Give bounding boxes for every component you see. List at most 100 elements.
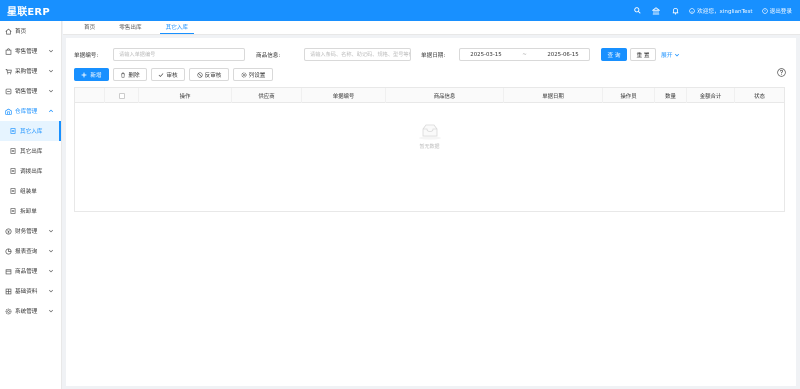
chevron-down-icon: [674, 53, 679, 56]
column-header: 操作员: [603, 88, 655, 103]
select-all-checkbox[interactable]: [118, 92, 125, 99]
column-settings-button[interactable]: 列设置: [233, 68, 273, 81]
date-range-picker[interactable]: 2025-03-15 ~ 2025-06-15: [459, 48, 590, 61]
search-icon[interactable]: [632, 6, 642, 16]
cart-icon: [5, 68, 12, 75]
chevron-down-icon: [48, 49, 54, 53]
doc-icon: [9, 168, 16, 175]
sidebar-item-label: 商品管理: [15, 269, 38, 275]
delete-button[interactable]: 删除: [113, 68, 147, 81]
reset-button[interactable]: 重 置: [630, 48, 656, 61]
date-label: 单据日期:: [421, 52, 446, 59]
sidebar-item-home[interactable]: 首页: [0, 21, 61, 41]
logout-button[interactable]: 退出登录: [761, 7, 792, 15]
table-header: 操作 供应商 单据编号 商品信息 单据日期 操作员 数量 金额合计 状态: [75, 88, 784, 103]
add-button[interactable]: 新增: [74, 68, 109, 81]
product-icon: [5, 268, 12, 275]
sidebar-subitem-other-outbound[interactable]: 其它出库: [0, 141, 61, 161]
sidebar-item-label: 首页: [15, 29, 27, 35]
column-header: 金额合计: [687, 88, 735, 103]
chevron-down-icon: [48, 89, 54, 93]
check-icon: [159, 72, 164, 77]
settings-icon: [241, 72, 247, 77]
sidebar-item-purchase[interactable]: 采购管理: [0, 61, 61, 81]
sidebar-item-label: 财务管理: [15, 229, 38, 235]
sidebar-item-label: 基础资料: [15, 289, 38, 295]
data-table: 操作 供应商 单据编号 商品信息 单据日期 操作员 数量 金额合计 状态 暂无数…: [74, 87, 785, 212]
user-welcome[interactable]: 欢迎您，xinglianTest: [689, 7, 753, 15]
doc-icon: [9, 128, 16, 135]
sidebar-item-label: 仓库管理: [15, 109, 38, 115]
column-header: 供应商: [232, 88, 302, 103]
sidebar-item-reports[interactable]: 报表查询: [0, 241, 61, 261]
sidebar-subitem-other-inbound[interactable]: 其它入库: [0, 121, 61, 141]
sidebar-item-system[interactable]: 系统管理: [0, 301, 61, 321]
help-icon[interactable]: [777, 68, 786, 77]
column-header: 状态: [754, 93, 765, 100]
sidebar-subitem-label: 其它出库: [20, 149, 43, 155]
column-header: 数量: [655, 88, 687, 103]
bell-icon[interactable]: [670, 6, 680, 16]
main-content: 单据编号: 请输入单据编号 商品信息: 请输入条码、名称、助记码、规格、型号等信…: [66, 38, 796, 386]
sidebar-item-products[interactable]: 商品管理: [0, 261, 61, 281]
warehouse-icon: [5, 108, 12, 115]
bill-no-input[interactable]: 请输入单据编号: [113, 48, 245, 61]
sidebar-item-finance[interactable]: 财务管理: [0, 221, 61, 241]
sidebar-item-warehouse[interactable]: 仓库管理: [0, 101, 61, 121]
tab-bar: 首页 零售出库 其它入库: [63, 21, 800, 35]
sidebar-item-retail[interactable]: 零售管理: [0, 41, 61, 61]
sidebar-subitem-assembly[interactable]: 组装单: [0, 181, 61, 201]
table-header-blank: [75, 88, 105, 103]
tab-other-inbound[interactable]: 其它入库: [154, 20, 200, 34]
basic-icon: [5, 288, 12, 295]
empty-state: 暂无数据: [75, 123, 784, 150]
sidebar-item-label: 销售管理: [15, 89, 38, 95]
sidebar-subitem-transfer-outbound[interactable]: 调拨出库: [0, 161, 61, 181]
column-header: 单据编号: [302, 88, 386, 103]
empty-text: 暂无数据: [419, 144, 440, 150]
sidebar-item-label: 采购管理: [15, 69, 38, 75]
chevron-down-icon: [48, 69, 54, 73]
goods-info-label: 商品信息:: [256, 52, 281, 59]
date-end: 2025-06-15: [547, 51, 579, 58]
plus-icon: [81, 72, 87, 77]
sidebar: 首页 零售管理 采购管理 销售管理 仓库管理 其它入库 其它出库 调拨出库 组装…: [0, 21, 62, 389]
bill-no-label: 单据编号:: [74, 52, 99, 59]
sidebar-item-basic-data[interactable]: 基础资料: [0, 281, 61, 301]
sidebar-subitem-disassembly[interactable]: 拆卸单: [0, 201, 61, 221]
chevron-up-icon: [48, 109, 54, 113]
logout-icon: [761, 7, 768, 14]
chevron-down-icon: [48, 249, 54, 253]
tab-home[interactable]: 首页: [72, 20, 107, 34]
column-header: 商品信息: [386, 88, 504, 103]
sidebar-subitem-label: 调拨出库: [20, 169, 43, 175]
welcome-text: 欢迎您，xinglianTest: [697, 8, 753, 15]
audit-button[interactable]: 审核: [151, 68, 185, 81]
chevron-down-icon: [48, 269, 54, 273]
chevron-down-icon: [48, 289, 54, 293]
column-header: 单据日期: [504, 88, 603, 103]
shop-icon: [5, 47, 12, 55]
empty-inbox-icon: [418, 124, 441, 140]
chevron-down-icon: [48, 309, 54, 313]
column-header: 操作: [139, 88, 232, 103]
home-icon: [5, 28, 12, 35]
goods-info-input[interactable]: 请输入条码、名称、助记码、规格、型号等信...: [304, 48, 411, 61]
unaudit-label: 反审核: [204, 72, 222, 79]
action-toolbar: 新增 删除 审核 反审核 列设置: [74, 68, 273, 81]
select-all-cell: [105, 88, 139, 103]
bank-icon[interactable]: [651, 6, 661, 16]
sidebar-item-sales[interactable]: 销售管理: [0, 81, 61, 101]
tab-retail-outbound[interactable]: 零售出库: [107, 20, 153, 34]
doc-icon: [9, 188, 16, 195]
doc-icon: [9, 148, 16, 155]
report-icon: [5, 247, 12, 255]
sidebar-subitem-label: 其它入库: [20, 129, 43, 135]
sidebar-subitem-label: 拆卸单: [20, 209, 37, 215]
stop-icon: [197, 71, 203, 78]
expand-link[interactable]: 展开: [661, 50, 680, 59]
sales-icon: [5, 88, 12, 95]
query-button[interactable]: 查 询: [601, 48, 627, 61]
unaudit-button[interactable]: 反审核: [189, 68, 229, 81]
chevron-down-icon: [48, 229, 54, 233]
